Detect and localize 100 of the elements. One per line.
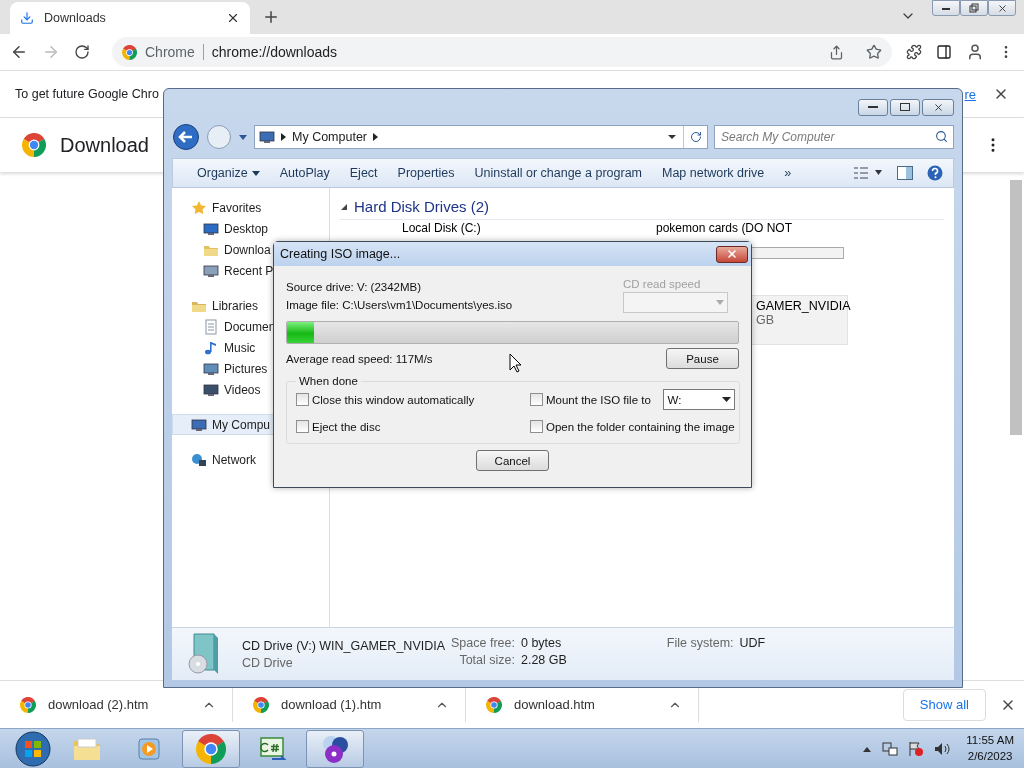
time-text: 11:55 AM: [966, 733, 1014, 748]
toolbar-button[interactable]: Uninstall or change a program: [466, 163, 650, 183]
source-drive-text: Source drive: V: (2342MB): [286, 281, 423, 293]
back-button[interactable]: [172, 123, 200, 151]
cancel-button[interactable]: Cancel: [476, 450, 549, 471]
history-caret-icon[interactable]: [238, 133, 248, 141]
field-label: Total size:: [458, 653, 515, 667]
chrome-icon: [20, 696, 36, 713]
drive-type: CD Drive: [242, 655, 294, 670]
field-label: Space free:: [451, 636, 515, 650]
pause-button[interactable]: Pause: [666, 348, 739, 369]
toolbar-button[interactable]: AutoPlay: [271, 163, 338, 183]
field-value: 0 bytes: [520, 636, 563, 650]
close-button[interactable]: [716, 245, 748, 263]
chrome-logo-icon: [22, 133, 46, 157]
infobar-link[interactable]: re: [964, 86, 976, 102]
bookmark-star-icon[interactable]: [866, 44, 882, 60]
drive-name[interactable]: Local Disk (C:): [402, 221, 656, 235]
toolbar-button[interactable]: Organize: [189, 163, 268, 183]
clock[interactable]: 11:55 AM 2/6/2023: [966, 733, 1014, 764]
nav-item[interactable]: Desktop: [172, 218, 329, 239]
extensions-icon[interactable]: [906, 44, 922, 60]
nav-item[interactable]: Recent P: [172, 260, 329, 281]
chevron-icon[interactable]: [373, 133, 379, 141]
new-tab-icon[interactable]: [262, 8, 280, 26]
caret-icon: [721, 397, 731, 402]
preview-pane-icon[interactable]: [897, 166, 913, 180]
chrome-icon: [253, 696, 269, 713]
start-button[interactable]: [12, 729, 54, 768]
more-button[interactable]: »: [776, 163, 800, 183]
checkbox[interactable]: [296, 393, 309, 406]
page-title: Download: [60, 133, 149, 157]
dialog-title: Creating ISO image...: [280, 247, 402, 261]
toolbar-button[interactable]: Properties: [389, 163, 463, 183]
computer-icon: [191, 416, 207, 433]
close-icon: [996, 2, 1008, 14]
network-icon: [191, 451, 207, 468]
collapse-arrow-icon: [340, 202, 348, 211]
back-icon[interactable]: [10, 43, 28, 61]
search-field[interactable]: Search My Computer: [714, 125, 954, 149]
minimize-icon: [941, 5, 951, 11]
show-all-button[interactable]: Show all: [902, 688, 986, 721]
chrome-icon: [486, 696, 502, 713]
chrome-icon: [122, 44, 137, 60]
average-speed-text: Average read speed: 117M/s: [286, 352, 433, 365]
cursor-icon: [509, 353, 522, 373]
desktop-icon: [203, 220, 219, 237]
group-header[interactable]: Hard Disk Drives (2): [340, 198, 944, 220]
toolbar-button[interactable]: Eject: [341, 163, 386, 183]
side-panel-icon[interactable]: [936, 44, 952, 60]
scrollbar[interactable]: [1010, 180, 1022, 435]
close-icon[interactable]: [226, 11, 240, 25]
folder-icon: [72, 735, 102, 762]
profile-icon[interactable]: [966, 43, 984, 61]
minimize-button[interactable]: [932, 0, 960, 16]
checkbox-label: Mount the ISO file to: [546, 393, 651, 406]
read-speed-label: CD read speed: [623, 278, 702, 290]
drive-letter-select[interactable]: W:: [662, 389, 735, 410]
minimize-button[interactable]: [858, 98, 888, 116]
address-bar[interactable]: My Computer: [254, 125, 708, 149]
toolbar-button[interactable]: Map network drive: [654, 163, 773, 183]
network-icon[interactable]: [882, 740, 899, 757]
taskbar-button[interactable]: [306, 729, 364, 768]
nav-item[interactable]: Favorites: [172, 197, 329, 218]
address-bar[interactable]: Chrome chrome://downloads: [112, 37, 892, 67]
close-icon: [726, 248, 738, 260]
checkbox-label: Close this window automatically: [312, 393, 475, 406]
date-text: 2/6/2023: [967, 748, 1013, 764]
taskbar-button[interactable]: [182, 729, 240, 768]
restore-icon: [969, 3, 979, 13]
document-icon: [203, 318, 219, 335]
share-icon[interactable]: [829, 44, 844, 60]
maximize-icon: [900, 103, 910, 111]
site-label: Chrome: [145, 44, 195, 60]
minimize-icon: [868, 105, 878, 109]
drive-name[interactable]: pokemon cards (DO NOT: [656, 221, 856, 235]
breadcrumb[interactable]: My Computer: [292, 130, 368, 144]
caret-icon[interactable]: [667, 134, 677, 140]
checkbox[interactable]: [530, 393, 543, 406]
browser-tab[interactable]: Downloads: [10, 2, 250, 34]
view-options-icon[interactable]: [853, 166, 883, 180]
nav-item[interactable]: Network: [172, 449, 329, 470]
reload-icon[interactable]: [74, 44, 90, 60]
field-label: File system:: [666, 636, 734, 650]
star-icon: [191, 199, 207, 216]
maximize-button[interactable]: [890, 98, 920, 116]
restore-button[interactable]: [960, 0, 988, 16]
group-title: When done: [298, 375, 359, 387]
help-icon[interactable]: [927, 165, 943, 181]
chevron-icon[interactable]: [281, 133, 286, 141]
checkbox[interactable]: [296, 420, 309, 433]
checkbox[interactable]: [530, 420, 543, 433]
close-icon: [932, 101, 944, 113]
music-note-icon: [203, 339, 219, 356]
field-value: UDF: [739, 636, 766, 650]
csharp-file-icon: [258, 735, 288, 762]
computer-icon: [259, 129, 275, 145]
flag-icon[interactable]: [908, 740, 925, 757]
refresh-icon: [689, 131, 702, 143]
search-icon: [935, 130, 948, 143]
